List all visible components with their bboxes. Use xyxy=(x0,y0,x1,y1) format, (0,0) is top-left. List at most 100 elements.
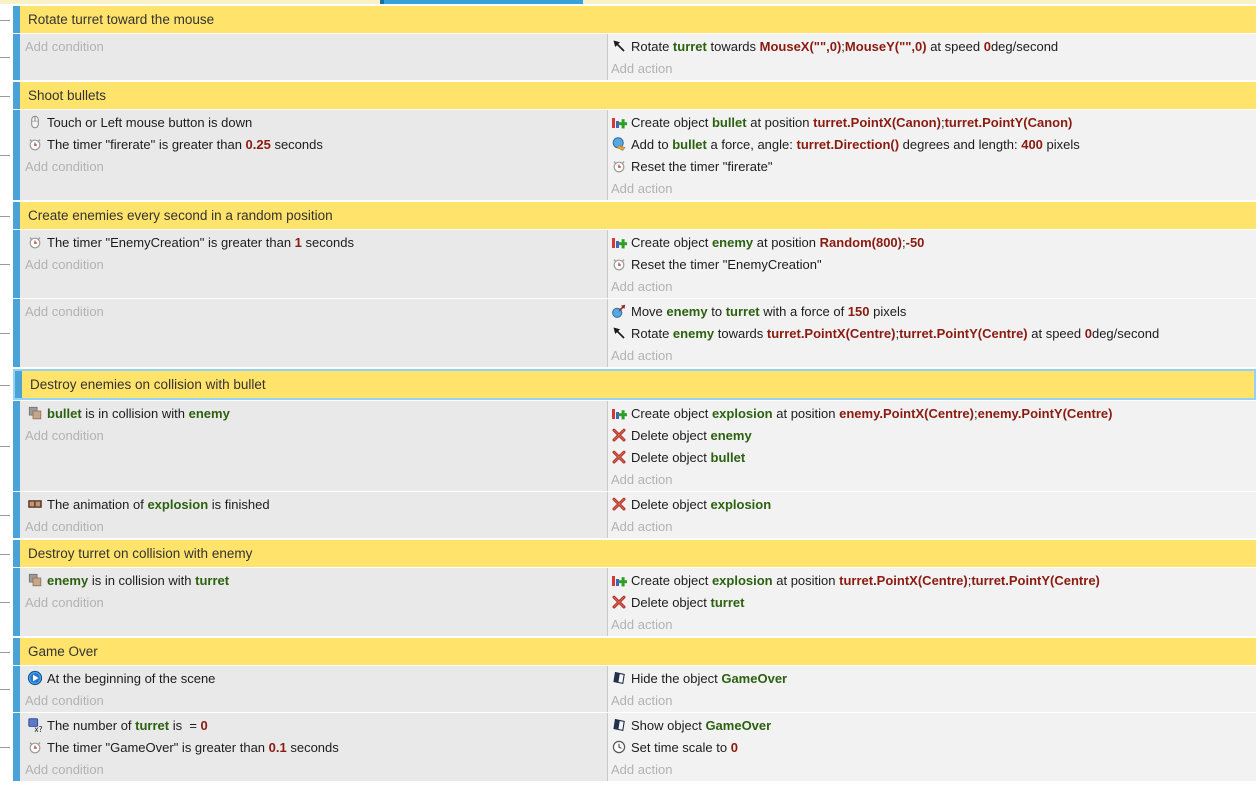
actions-column: Create object enemy at position Random(8… xyxy=(608,230,1256,298)
action-item[interactable]: Add to bullet a force, angle: turret.Dir… xyxy=(608,133,1256,155)
text-segment: Show object xyxy=(631,718,705,733)
action-item[interactable]: Delete object enemy xyxy=(608,424,1256,446)
add-condition-link[interactable]: Add condition xyxy=(20,515,607,537)
force-icon xyxy=(611,136,627,152)
add-action-link[interactable]: Add action xyxy=(608,689,1256,711)
action-item[interactable]: Delete object explosion xyxy=(608,493,1256,515)
text-segment: Rotate xyxy=(631,326,673,341)
visibility-icon xyxy=(611,717,627,733)
object-name: explosion xyxy=(712,573,773,588)
event-content: At the beginning of the sceneAdd conditi… xyxy=(20,666,1256,712)
event-tree-gutter xyxy=(0,638,13,665)
create-object-icon xyxy=(611,572,627,588)
add-action-link[interactable]: Add action xyxy=(608,275,1256,297)
object-name: turret xyxy=(726,304,760,319)
create-object-icon xyxy=(611,234,627,250)
add-condition-link[interactable]: Add condition xyxy=(20,689,607,711)
event-tree-tick xyxy=(0,747,10,748)
event-color-bar xyxy=(13,230,20,298)
text-segment: Delete object xyxy=(631,497,711,512)
add-action-link[interactable]: Add action xyxy=(608,468,1256,490)
action-item[interactable]: Rotate turret towards MouseX("",0);Mouse… xyxy=(608,35,1256,57)
event-content: bullet is in collision with enemyAdd con… xyxy=(20,401,1256,491)
event-color-bar xyxy=(13,638,20,665)
parameter-value: -50 xyxy=(906,235,925,250)
event-tree-tick xyxy=(0,333,10,334)
text-segment: deg/second xyxy=(1092,326,1159,341)
text-segment: degrees and length: xyxy=(899,137,1021,152)
condition-item[interactable]: Touch or Left mouse button is down xyxy=(20,111,607,133)
condition-item[interactable]: x?The number of turret is = 0 xyxy=(20,714,607,736)
count-icon: x? xyxy=(27,717,43,733)
event-group: Shoot bullets xyxy=(0,82,1256,109)
action-item[interactable]: Set time scale to 0 xyxy=(608,736,1256,758)
text-segment: Delete object xyxy=(631,450,711,465)
event-tree-tick xyxy=(0,20,10,21)
action-item[interactable]: Delete object turret xyxy=(608,591,1256,613)
condition-item[interactable]: The animation of explosion is finished xyxy=(20,493,607,515)
add-condition-link[interactable]: Add condition xyxy=(20,424,607,446)
add-action-link[interactable]: Add action xyxy=(608,613,1256,635)
action-item[interactable]: Create object explosion at position enem… xyxy=(608,402,1256,424)
add-condition-link[interactable]: Add condition xyxy=(20,300,607,322)
event-group-header[interactable]: Game Over xyxy=(20,638,1256,665)
action-item[interactable]: Show object GameOver xyxy=(608,714,1256,736)
parameter-value: 400 xyxy=(1021,137,1043,152)
clock-icon xyxy=(611,739,627,755)
event-color-bar xyxy=(13,299,20,367)
event-color-bar xyxy=(13,401,20,491)
action-item[interactable]: Hide the object GameOver xyxy=(608,667,1256,689)
event-row: At the beginning of the sceneAdd conditi… xyxy=(0,666,1256,712)
actions-column: Show object GameOverSet time scale to 0A… xyxy=(608,713,1256,781)
delete-icon xyxy=(611,449,627,465)
parameter-value: turret.PointY(Centre) xyxy=(899,326,1028,341)
parameter-value: 0 xyxy=(731,740,738,755)
action-item[interactable]: Reset the timer "firerate" xyxy=(608,155,1256,177)
event-tree-tick xyxy=(0,264,10,265)
event-group-header[interactable]: Destroy turret on collision with enemy xyxy=(20,540,1256,567)
action-item[interactable]: Create object enemy at position Random(8… xyxy=(608,231,1256,253)
condition-item[interactable]: The timer "GameOver" is greater than 0.1… xyxy=(20,736,607,758)
event-color-bar xyxy=(13,568,20,636)
event-tree-tick xyxy=(0,446,10,447)
parameter-value: turret.PointX(Centre) xyxy=(839,573,968,588)
add-condition-link[interactable]: Add condition xyxy=(20,591,607,613)
text-segment: towards xyxy=(707,39,760,54)
condition-item[interactable]: bullet is in collision with enemy xyxy=(20,402,607,424)
add-action-link[interactable]: Add action xyxy=(608,758,1256,780)
actions-column: Hide the object GameOverAdd action xyxy=(608,666,1256,712)
parameter-value: enemy.PointY(Centre) xyxy=(978,406,1113,421)
event-group: Create enemies every second in a random … xyxy=(0,202,1256,229)
event-group-header[interactable]: Destroy enemies on collision with bullet xyxy=(22,369,1256,400)
add-action-link[interactable]: Add action xyxy=(608,177,1256,199)
object-name: bullet xyxy=(711,450,746,465)
event-group-header[interactable]: Rotate turret toward the mouse xyxy=(20,6,1256,33)
timer-icon xyxy=(27,234,43,250)
add-condition-link[interactable]: Add condition xyxy=(20,155,607,177)
condition-item[interactable]: The timer "EnemyCreation" is greater tha… xyxy=(20,231,607,253)
condition-item[interactable]: enemy is in collision with turret xyxy=(20,569,607,591)
text-segment: at position xyxy=(773,573,840,588)
action-item[interactable]: Reset the timer "EnemyCreation" xyxy=(608,253,1256,275)
event-group-header[interactable]: Shoot bullets xyxy=(20,82,1256,109)
add-condition-link[interactable]: Add condition xyxy=(20,253,607,275)
action-item[interactable]: Rotate enemy towards turret.PointX(Centr… xyxy=(608,322,1256,344)
action-item[interactable]: Move enemy to turret with a force of 150… xyxy=(608,300,1256,322)
add-action-link[interactable]: Add action xyxy=(608,57,1256,79)
text-segment: deg/second xyxy=(991,39,1058,54)
event-tree-tick xyxy=(0,515,10,516)
event-group-header[interactable]: Create enemies every second in a random … xyxy=(20,202,1256,229)
action-item[interactable]: Create object bullet at position turret.… xyxy=(608,111,1256,133)
add-condition-link[interactable]: Add condition xyxy=(20,35,607,57)
event-tree-gutter xyxy=(0,34,13,80)
object-name: turret xyxy=(195,573,229,588)
delete-icon xyxy=(611,427,627,443)
add-condition-link[interactable]: Add condition xyxy=(20,758,607,780)
action-item[interactable]: Delete object bullet xyxy=(608,446,1256,468)
add-action-link[interactable]: Add action xyxy=(608,515,1256,537)
text-segment: Touch or Left mouse button is down xyxy=(47,115,252,130)
condition-item[interactable]: The timer "firerate" is greater than 0.2… xyxy=(20,133,607,155)
action-item[interactable]: Create object explosion at position turr… xyxy=(608,569,1256,591)
condition-item[interactable]: At the beginning of the scene xyxy=(20,667,607,689)
add-action-link[interactable]: Add action xyxy=(608,344,1256,366)
